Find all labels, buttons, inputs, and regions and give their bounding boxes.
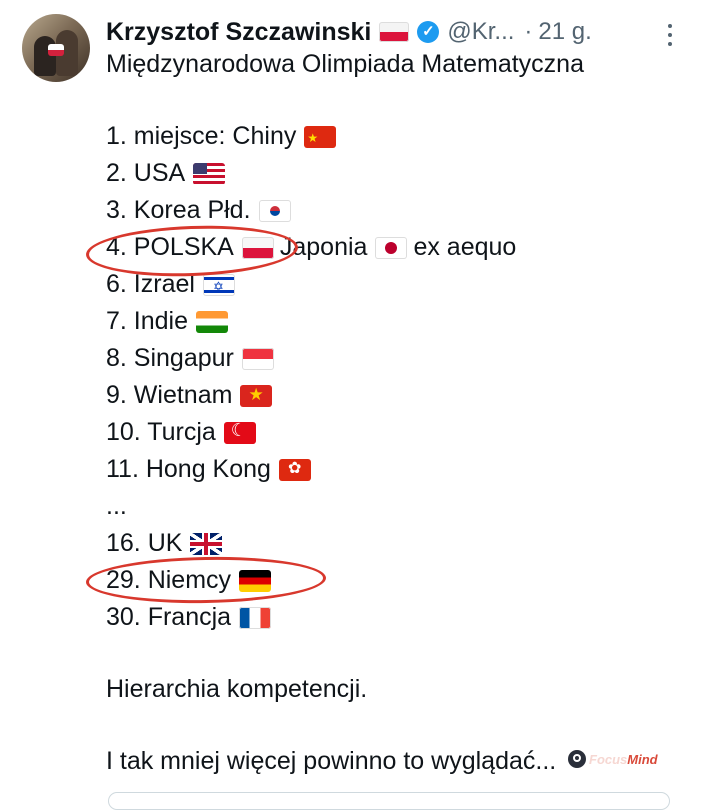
list-item: 16. UK xyxy=(106,525,516,562)
rank-text: 9. Wietnam xyxy=(106,381,233,409)
rank-text: 1. miejsce: Chiny xyxy=(106,122,297,150)
rank-text: 7. Indie xyxy=(106,307,189,335)
rank-text: 10. Turcja xyxy=(106,418,216,446)
flag-usa-icon xyxy=(193,162,226,185)
list-item: 2. USA xyxy=(106,155,516,192)
rank-text: 2. USA xyxy=(106,159,186,187)
verified-badge-icon: ✓ xyxy=(417,21,440,43)
tweet-paragraph-2: I tak mniej więcej powinno to wyglądać..… xyxy=(106,747,557,775)
tweet-paragraph-1: Hierarchia kompetencji. xyxy=(106,675,368,703)
tweet-timestamp[interactable]: 21 g. xyxy=(538,18,591,46)
flag-china-icon xyxy=(304,125,337,148)
list-item: 11. Hong Kong xyxy=(106,451,516,488)
list-item: 30. Francja xyxy=(106,599,516,636)
flag-hong-kong-icon xyxy=(278,458,311,481)
list-item: 10. Turcja xyxy=(106,414,516,451)
list-item: 7. Indie xyxy=(106,303,516,340)
header-separator: · xyxy=(524,18,533,45)
author-name[interactable]: Krzysztof Szczawinski xyxy=(106,18,371,47)
author-avatar[interactable] xyxy=(22,14,90,82)
flag-singapore-icon xyxy=(241,347,274,370)
flag-south-korea-icon xyxy=(258,199,291,222)
rank-text: 3. Korea Płd. xyxy=(106,196,251,224)
watermark: Focus Mind xyxy=(568,746,658,772)
focusmind-logo-icon xyxy=(568,750,586,768)
embedded-card-edge[interactable] xyxy=(108,792,670,810)
author-handle[interactable]: @Kr... xyxy=(447,18,514,46)
flag-israel-icon xyxy=(202,273,235,296)
list-item: 9. Wietnam xyxy=(106,377,516,414)
rank-text: 30. Francja xyxy=(106,603,232,631)
rank-text: 11. Hong Kong xyxy=(106,455,271,483)
tweet-header: Krzysztof Szczawinski ✓ @Kr... · 21 g. xyxy=(106,14,686,50)
watermark-text-a: Focus xyxy=(589,751,628,767)
rank-text: ... xyxy=(106,492,127,520)
watermark-text-b: Mind xyxy=(627,751,658,767)
flag-india-icon xyxy=(196,310,229,333)
list-item: ... xyxy=(106,488,516,525)
rank-suffix-text: ex aequo xyxy=(413,233,517,261)
rank-text: 8. Singapur xyxy=(106,344,234,372)
rank-text: 16. UK xyxy=(106,529,183,557)
flag-turkey-icon xyxy=(223,421,256,444)
list-item: 3. Korea Płd. xyxy=(106,192,516,229)
flag-vietnam-icon xyxy=(240,384,273,407)
tweet-title: Międzynarodowa Olimpiada Matematyczna xyxy=(106,50,584,78)
flag-france-icon xyxy=(239,606,272,629)
list-item: 8. Singapur xyxy=(106,340,516,377)
list-item: 1. miejsce: Chiny xyxy=(106,118,516,155)
flag-japan-icon xyxy=(375,236,408,259)
flag-poland-icon xyxy=(379,22,410,42)
flag-uk-icon xyxy=(190,532,223,555)
more-vertical-icon[interactable] xyxy=(664,24,676,46)
